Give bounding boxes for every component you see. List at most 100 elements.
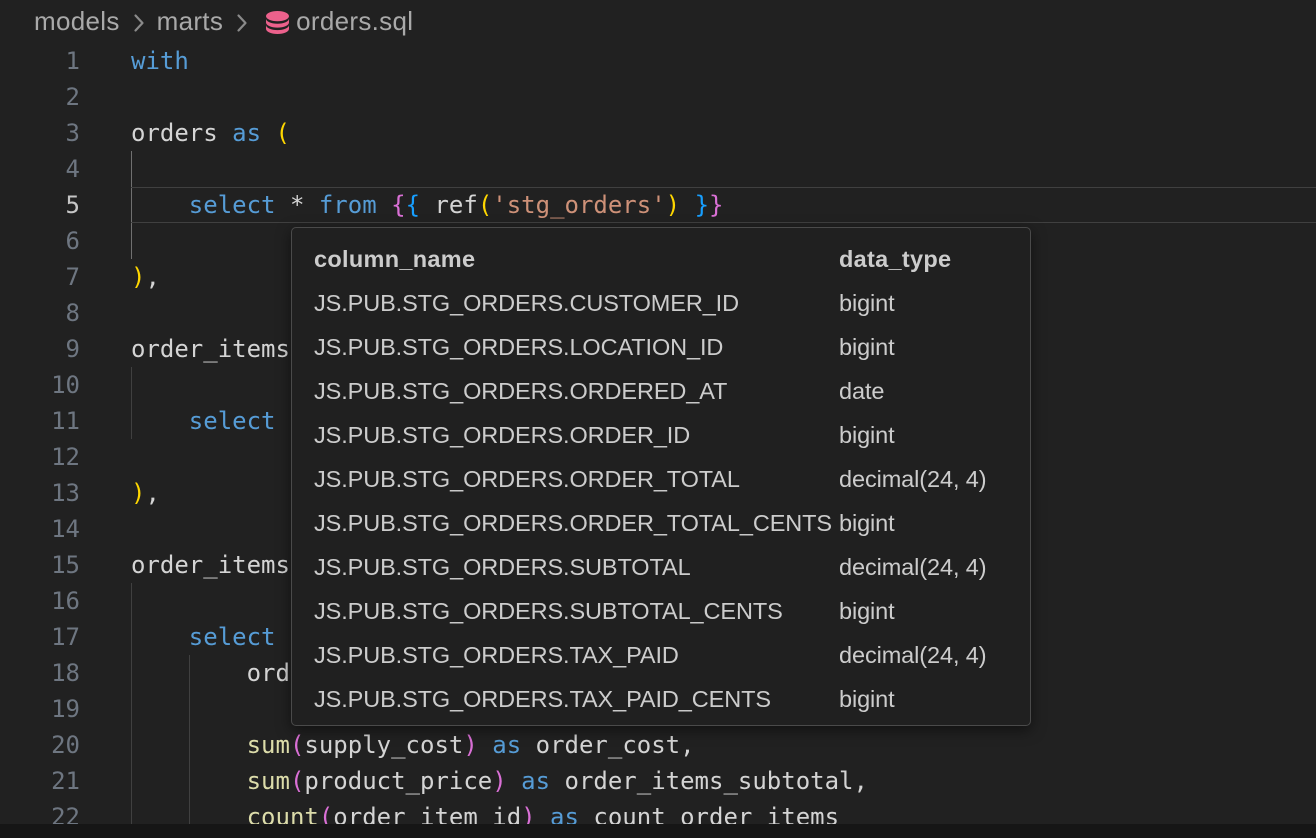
token (377, 191, 391, 219)
token: from (319, 191, 377, 219)
hover-cell-column-name: JS.PUB.STG_ORDERS.ORDER_TOTAL (314, 466, 839, 493)
code-line-3[interactable]: orders as ( (131, 115, 290, 151)
hover-table-row: JS.PUB.STG_ORDERS.TAX_PAID_CENTSbigint (314, 677, 1030, 721)
database-icon (266, 11, 289, 34)
token: with (131, 47, 189, 75)
token (680, 191, 694, 219)
token: ) (666, 191, 680, 219)
token: select (189, 623, 276, 651)
token: ) (492, 767, 506, 795)
code-line-21[interactable]: sum(product_price) as order_items_subtot… (131, 763, 868, 799)
token (507, 767, 521, 795)
token: * (276, 191, 319, 219)
code-line-13[interactable]: ), (131, 475, 160, 511)
code-line-15[interactable]: order_items (131, 547, 290, 583)
code-line-18[interactable]: ord (131, 655, 290, 691)
hover-cell-data-type: bigint (839, 598, 1030, 625)
line-number: 15 (0, 547, 80, 583)
token: supply_cost (304, 731, 463, 759)
token: sum (247, 767, 290, 795)
hover-cell-data-type: date (839, 378, 1030, 405)
token (131, 407, 189, 435)
breadcrumb-item-file[interactable]: orders.sql (260, 6, 413, 37)
breadcrumb-item-marts[interactable]: marts (157, 6, 224, 37)
hover-cell-data-type: bigint (839, 290, 1030, 317)
line-number: 3 (0, 115, 80, 151)
token: as (521, 767, 550, 795)
token: ( (290, 767, 304, 795)
bottom-strip (0, 824, 1316, 838)
token: ) (463, 731, 477, 759)
hover-cell-column-name: JS.PUB.STG_ORDERS.SUBTOTAL_CENTS (314, 598, 839, 625)
hover-cell-data-type: decimal(24, 4) (839, 466, 1030, 493)
line-number: 4 (0, 151, 80, 187)
hover-cell-data-type: bigint (839, 422, 1030, 449)
token: order_cost, (521, 731, 694, 759)
line-number: 18 (0, 655, 80, 691)
hover-table-row: JS.PUB.STG_ORDERS.ORDERED_ATdate (314, 369, 1030, 413)
line-number: 9 (0, 331, 80, 367)
hover-col-header-data-type: data_type (839, 246, 1030, 273)
hover-cell-column-name: JS.PUB.STG_ORDERS.ORDER_ID (314, 422, 839, 449)
token: sum (247, 731, 290, 759)
hover-cell-column-name: JS.PUB.STG_ORDERS.LOCATION_ID (314, 334, 839, 361)
hover-cell-column-name: JS.PUB.STG_ORDERS.ORDERED_AT (314, 378, 839, 405)
token (261, 119, 275, 147)
chevron-right-icon (236, 12, 248, 34)
token: , (145, 263, 159, 291)
line-number: 10 (0, 367, 80, 403)
line-number: 11 (0, 403, 80, 439)
token (131, 767, 247, 795)
token: order_items (131, 335, 290, 363)
code-editor[interactable]: 12345678910111213141516171819202122 with… (0, 43, 1316, 824)
code-line-17[interactable]: select (131, 619, 276, 655)
token: ord (131, 659, 290, 687)
line-number: 5 (0, 187, 80, 223)
token: } (695, 191, 709, 219)
line-number: 8 (0, 295, 80, 331)
line-number: 7 (0, 259, 80, 295)
line-number: 1 (0, 43, 80, 79)
breadcrumb-item-models[interactable]: models (34, 6, 120, 37)
line-number: 14 (0, 511, 80, 547)
hover-cell-data-type: bigint (839, 510, 1030, 537)
line-number: 12 (0, 439, 80, 475)
line-number: 2 (0, 79, 80, 115)
token (131, 623, 189, 651)
hover-col-header-column-name: column_name (314, 246, 839, 273)
line-number: 20 (0, 727, 80, 763)
code-line-5[interactable]: select * from {{ ref('stg_orders') }} (131, 187, 723, 223)
token (478, 731, 492, 759)
hover-table-row: JS.PUB.STG_ORDERS.ORDER_TOTALdecimal(24,… (314, 457, 1030, 501)
token: select (189, 407, 276, 435)
hover-cell-data-type: decimal(24, 4) (839, 554, 1030, 581)
token: orders (131, 119, 232, 147)
token: ( (276, 119, 290, 147)
breadcrumb: models marts orders.sql (0, 0, 1316, 43)
token: ref (420, 191, 478, 219)
code-line-9[interactable]: order_items (131, 331, 290, 367)
code-line-7[interactable]: ), (131, 259, 160, 295)
token: as (232, 119, 261, 147)
token: ( (478, 191, 492, 219)
chevron-right-icon (133, 12, 145, 34)
token (131, 191, 189, 219)
token: order_items_subtotal, (550, 767, 868, 795)
hover-table-row: JS.PUB.STG_ORDERS.ORDER_TOTAL_CENTSbigin… (314, 501, 1030, 545)
code-line-11[interactable]: select (131, 403, 276, 439)
code-line-20[interactable]: sum(supply_cost) as order_cost, (131, 727, 695, 763)
token: , (145, 479, 159, 507)
code-line-1[interactable]: with (131, 43, 189, 79)
token: { (391, 191, 405, 219)
hover-cell-column-name: JS.PUB.STG_ORDERS.TAX_PAID_CENTS (314, 686, 839, 713)
token: product_price (304, 767, 492, 795)
breadcrumb-file-label: orders.sql (296, 6, 413, 37)
token: ( (290, 731, 304, 759)
hover-table-header: column_name data_type (314, 237, 1030, 281)
token: { (406, 191, 420, 219)
hover-table-row: JS.PUB.STG_ORDERS.CUSTOMER_IDbigint (314, 281, 1030, 325)
line-number: 16 (0, 583, 80, 619)
hover-cell-data-type: decimal(24, 4) (839, 642, 1030, 669)
line-number: 19 (0, 691, 80, 727)
hover-table-row: JS.PUB.STG_ORDERS.ORDER_IDbigint (314, 413, 1030, 457)
